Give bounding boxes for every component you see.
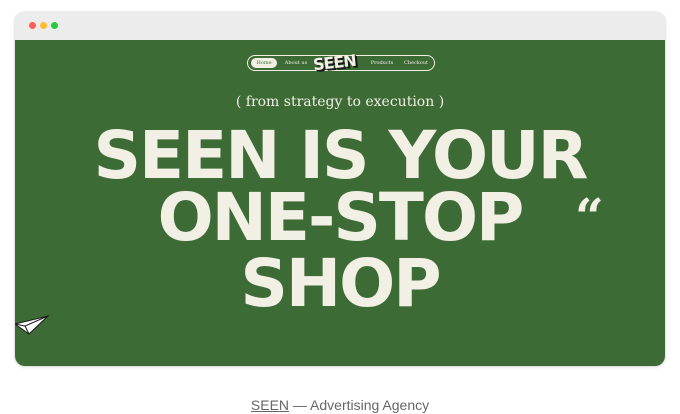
paper-plane-icon	[15, 315, 50, 335]
quote-mark: “	[575, 187, 604, 246]
nav-checkout-link[interactable]: Checkout	[402, 58, 430, 68]
page-caption: SEEN — Advertising Agency	[0, 397, 680, 413]
nav-products-link[interactable]: Products	[369, 58, 395, 68]
nav-about-link[interactable]: About us	[284, 58, 308, 68]
top-nav: Home About us SEEN Products Checkout	[247, 51, 435, 74]
hero-tagline: ( from strategy to execution )	[235, 94, 445, 110]
caption-brand-link[interactable]: SEEN	[251, 397, 289, 413]
seen-logo[interactable]: SEEN	[312, 51, 357, 74]
browser-window: Home About us SEEN Products Checkout ( f…	[15, 12, 665, 366]
headline-line-2: ONE-STOP	[157, 179, 525, 256]
caption-description: Advertising Agency	[310, 397, 430, 413]
browser-titlebar	[15, 12, 665, 40]
headline-line-3: SHOP	[240, 245, 441, 322]
close-window-icon[interactable]	[29, 22, 36, 29]
caption-separator: —	[289, 397, 311, 413]
nav-home-link[interactable]: Home	[251, 58, 277, 68]
hero-section: Home About us SEEN Products Checkout ( f…	[15, 40, 665, 366]
maximize-window-icon[interactable]	[51, 22, 58, 29]
minimize-window-icon[interactable]	[40, 22, 47, 29]
